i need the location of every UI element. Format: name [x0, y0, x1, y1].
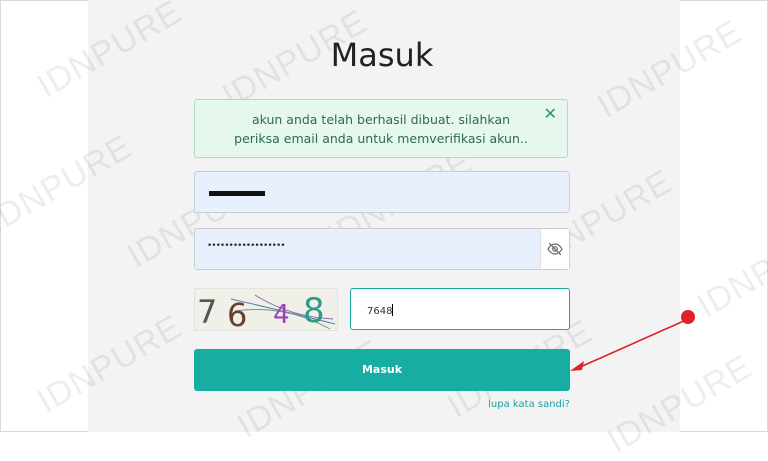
page-title: Masuk: [330, 36, 434, 74]
success-alert: akun anda telah berhasil dibuat. silahka…: [194, 99, 568, 158]
alert-message: akun anda telah berhasil dibuat. silahka…: [234, 112, 528, 146]
eye-slash-icon: [547, 242, 563, 256]
password-field[interactable]: ••••••••••••••••••: [194, 228, 570, 270]
password-mask: ••••••••••••••••••: [207, 241, 286, 251]
captcha-input[interactable]: 7648: [350, 288, 570, 330]
forgot-password-link[interactable]: lupa kata sandi?: [488, 399, 570, 410]
captcha-digit: 6: [227, 296, 247, 330]
captcha-digit: 4: [273, 300, 290, 330]
captcha-digit: 8: [303, 291, 325, 330]
username-field[interactable]: [194, 171, 570, 213]
redacted-username: [209, 191, 265, 196]
captcha-image: 7 6 4 8: [194, 288, 338, 331]
toggle-password-button[interactable]: [540, 229, 569, 269]
captcha-input-value: 7648: [367, 306, 393, 317]
captcha-digit: 7: [197, 293, 217, 330]
close-icon[interactable]: ✕: [544, 104, 557, 123]
login-button[interactable]: Masuk: [194, 349, 570, 391]
text-caret: [392, 304, 394, 316]
